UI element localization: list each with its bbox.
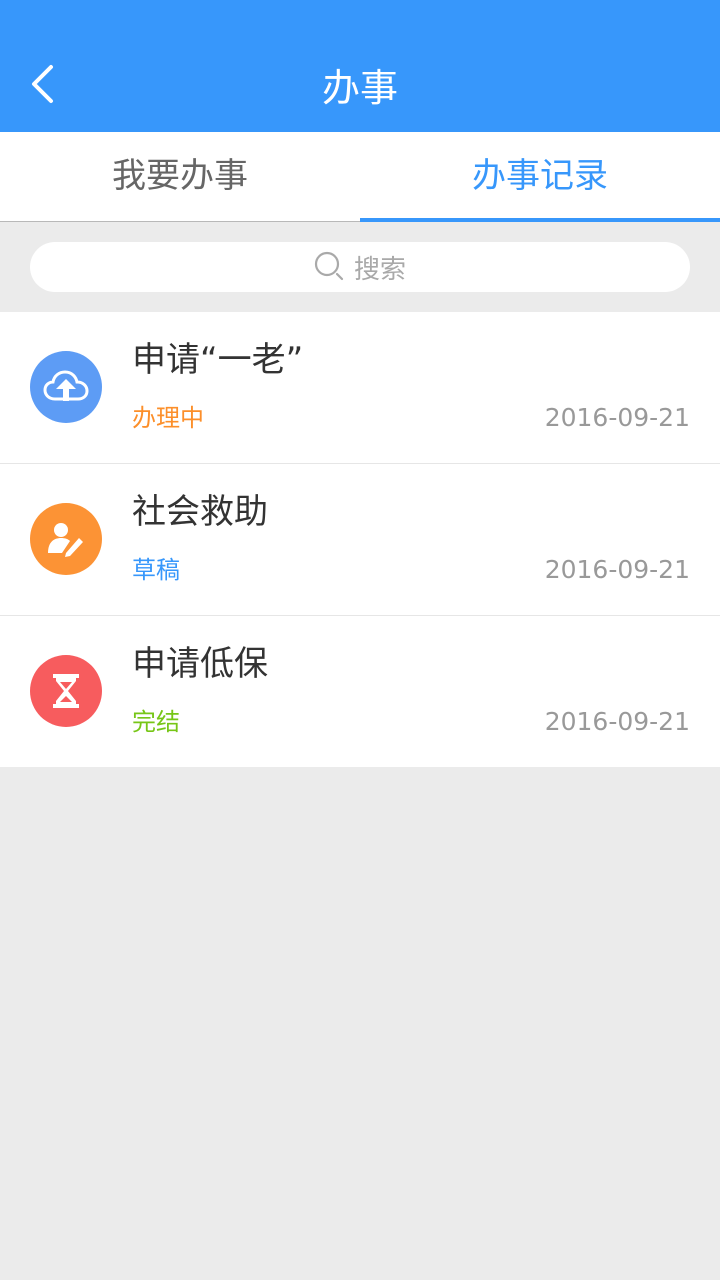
tab-bar: 我要办事 办事记录	[0, 132, 720, 222]
search-placeholder: 搜索	[353, 254, 406, 285]
search-input[interactable]: 搜索	[30, 242, 690, 292]
search-icon	[314, 251, 344, 281]
search-bar: 搜索	[0, 222, 720, 312]
list-item[interactable]: 申请“一老” 办理中 2016-09-21	[0, 312, 720, 464]
hourglass-icon	[30, 655, 102, 727]
record-title: 社会救助	[132, 492, 268, 532]
record-title: 申请“一老”	[132, 340, 304, 380]
user-edit-icon	[30, 503, 102, 575]
list-item[interactable]: 申请低保 完结 2016-09-21	[0, 616, 720, 767]
list-item[interactable]: 社会救助 草稿 2016-09-21	[0, 464, 720, 616]
record-date: 2016-09-21	[544, 555, 690, 584]
app-header: 办事	[0, 0, 720, 132]
record-list: 申请“一老” 办理中 2016-09-21 社会救助 草稿 2016-09-21…	[0, 312, 720, 767]
record-status: 完结	[132, 708, 180, 736]
tab-my-affairs[interactable]: 我要办事	[0, 132, 360, 221]
record-status: 办理中	[132, 404, 204, 432]
record-title: 申请低保	[132, 644, 268, 684]
tab-affair-records[interactable]: 办事记录	[360, 132, 720, 221]
record-status: 草稿	[132, 556, 180, 584]
cloud-upload-icon	[30, 351, 102, 423]
record-date: 2016-09-21	[544, 707, 690, 736]
page-title: 办事	[321, 66, 398, 110]
record-date: 2016-09-21	[544, 403, 690, 432]
